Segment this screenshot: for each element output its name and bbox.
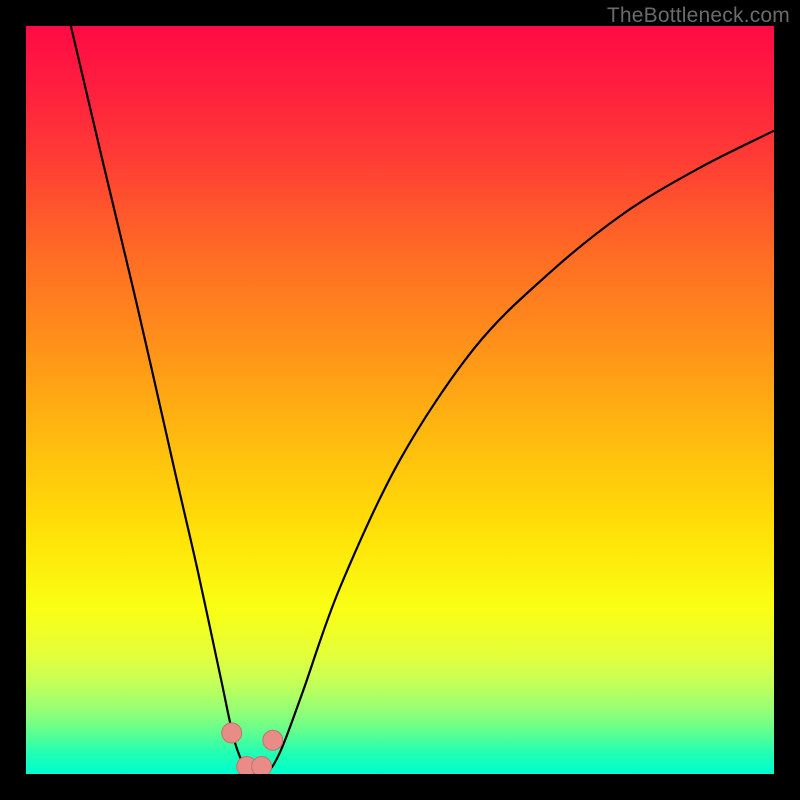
curve-path: [71, 26, 774, 774]
watermark-text: TheBottleneck.com: [607, 4, 790, 28]
marker-group: [222, 723, 283, 774]
bottleneck-curve: [26, 26, 774, 774]
bottleneck-marker: [222, 723, 242, 743]
bottleneck-marker: [252, 757, 272, 775]
bottleneck-marker: [263, 730, 283, 750]
chart-panel: [26, 26, 774, 774]
